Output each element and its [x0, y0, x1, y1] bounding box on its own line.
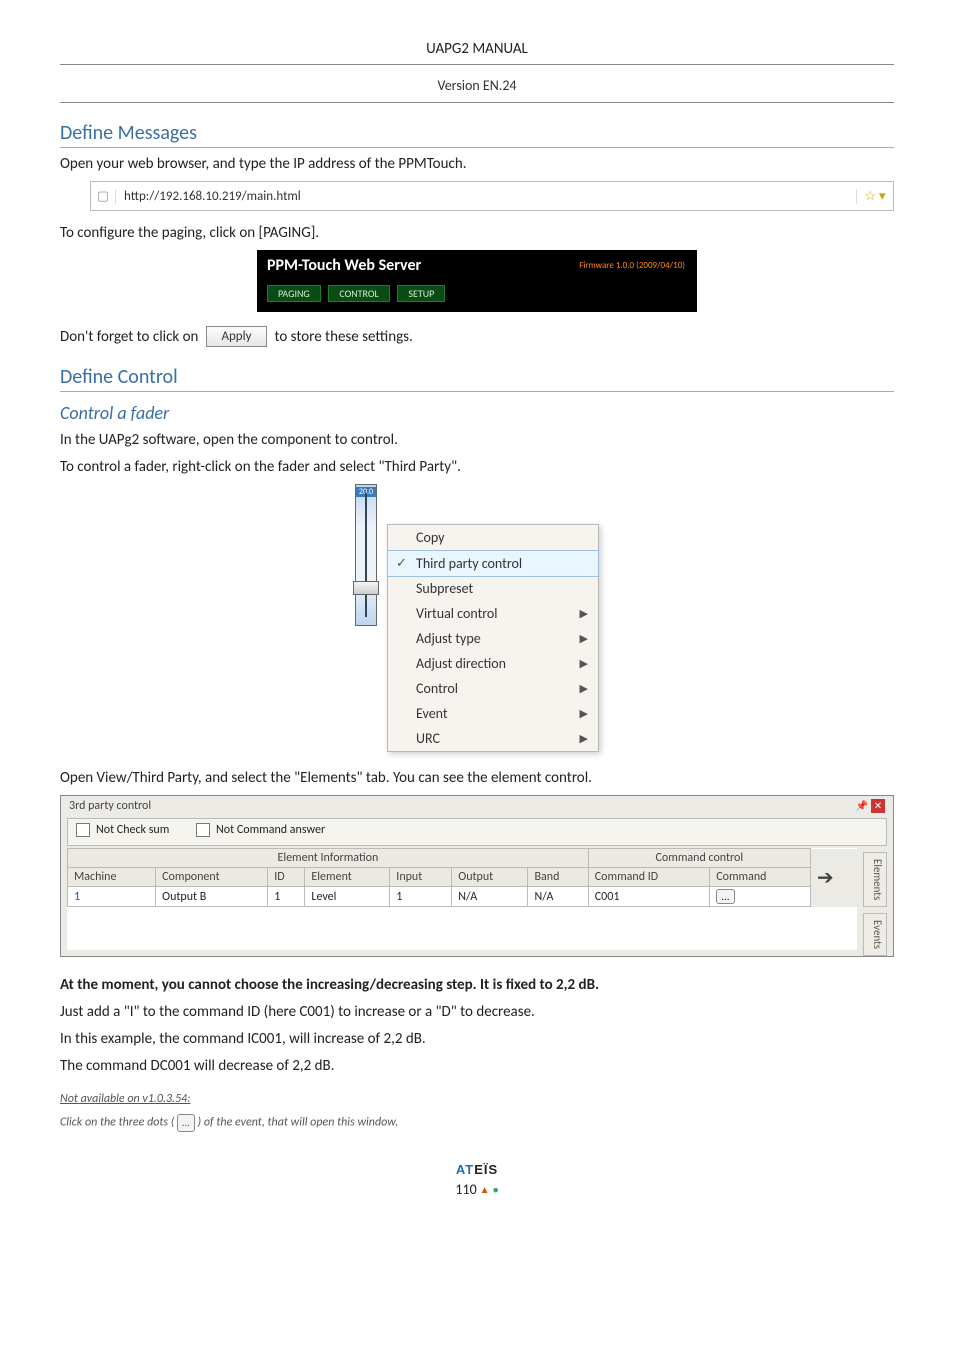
divider: [60, 64, 894, 65]
chevron-right-icon: ▶: [580, 732, 588, 745]
dot-icon: ●: [493, 1183, 499, 1196]
col-command[interactable]: Command: [710, 868, 811, 887]
close-icon[interactable]: ✕: [871, 799, 885, 813]
text-dc001: The command DC001 will decrease of 2,2 d…: [60, 1056, 894, 1077]
heading-define-messages: Define Messages: [60, 121, 894, 148]
ppm-tab-paging[interactable]: PAGING: [267, 285, 321, 302]
checkbox-not-check-sum[interactable]: Not Check sum: [76, 823, 169, 837]
cell-machine: 1: [68, 887, 156, 907]
col-output[interactable]: Output: [452, 868, 528, 887]
brand-logo: ATEÏS: [60, 1162, 894, 1177]
fader-knob[interactable]: [353, 581, 379, 595]
group-element-info: Element Information: [68, 849, 589, 868]
ctx-item-adjust-direction[interactable]: Adjust direction ▶: [388, 651, 598, 676]
checkbox-label: Not Command answer: [216, 823, 325, 837]
third-party-panel: 3rd party control 📌 ✕ Not Check sum Not …: [60, 795, 894, 957]
tab-elements[interactable]: Elements: [863, 852, 887, 907]
cell-element: Level: [305, 887, 390, 907]
checkbox-not-command-answer[interactable]: Not Command answer: [196, 823, 325, 837]
page-icon: ▢: [91, 189, 116, 204]
text-example: In this example, the command IC001, will…: [60, 1029, 894, 1050]
ctx-item-copy[interactable]: Copy: [388, 525, 598, 550]
divider: [60, 102, 894, 103]
ctx-item-event[interactable]: Event ▶: [388, 701, 598, 726]
chevron-right-icon: ▶: [580, 632, 588, 645]
page-number: 110 ▲ ●: [455, 1181, 498, 1198]
chevron-right-icon: ▶: [580, 707, 588, 720]
ppm-web-server-bar: PPM-Touch Web Server Firmware 1.0.0 (200…: [257, 250, 697, 312]
elements-table: Element Information Command control ➔ Ma…: [67, 848, 857, 907]
ctx-item-adjust-type[interactable]: Adjust type ▶: [388, 626, 598, 651]
ctx-label: Control: [416, 680, 458, 697]
triangle-icon: ▲: [480, 1183, 490, 1196]
cell-command[interactable]: ...: [710, 887, 811, 907]
cell-input: 1: [390, 887, 452, 907]
apply-button[interactable]: Apply: [206, 326, 266, 347]
ctx-label: Event: [416, 705, 448, 722]
ctx-item-virtual-control[interactable]: Virtual control ▶: [388, 601, 598, 626]
cell-command-id: C001: [588, 887, 709, 907]
address-url[interactable]: http://192.168.10.219/main.html: [116, 189, 856, 204]
ctx-label: Virtual control: [416, 605, 498, 622]
heading-define-control: Define Control: [60, 365, 894, 392]
ppm-tab-setup[interactable]: SETUP: [397, 285, 445, 302]
ppm-title: PPM-Touch Web Server: [267, 256, 421, 275]
group-command-control: Command control: [588, 849, 810, 868]
context-menu: Copy ✓ Third party control Subpreset Vir…: [387, 524, 599, 752]
checkbox-label: Not Check sum: [96, 823, 169, 837]
doc-version: Version EN.24: [60, 77, 894, 100]
col-command-id[interactable]: Command ID: [588, 868, 709, 887]
ctx-item-third-party[interactable]: ✓ Third party control: [387, 550, 599, 577]
ctx-label: Adjust type: [416, 630, 481, 647]
heading-control-fader: Control a fader: [60, 402, 894, 424]
col-band[interactable]: Band: [528, 868, 588, 887]
ppm-firmware: Firmware 1.0.0 (2009/04/10): [579, 260, 685, 271]
ctx-label: Copy: [416, 529, 444, 546]
col-component[interactable]: Component: [156, 868, 268, 887]
ctx-label: Adjust direction: [416, 655, 506, 672]
text-control-right-click: To control a fader, right-click on the f…: [60, 457, 894, 478]
text-configure-paging: To configure the paging, click on [PAGIN…: [60, 223, 894, 244]
ctx-label: Third party control: [416, 555, 522, 572]
text-no-step: At the moment, you cannot choose the inc…: [60, 975, 894, 996]
text-dont-forget-post: to store these settings.: [275, 328, 413, 346]
text-dont-forget-pre: Don't forget to click on: [60, 328, 198, 346]
text-open-browser: Open your web browser, and type the IP a…: [60, 154, 894, 175]
fader-control[interactable]: 20.0: [355, 484, 377, 626]
arrow-right-icon: ➔: [810, 849, 857, 907]
doc-title: UAPG2 MANUAL: [60, 40, 894, 62]
ctx-item-subpreset[interactable]: Subpreset: [388, 576, 598, 601]
text-click-dots: Click on the three dots ( … ) of the eve…: [60, 1114, 894, 1131]
favorite-icon[interactable]: ☆ ▾: [856, 189, 893, 204]
address-bar: ▢ http://192.168.10.219/main.html ☆ ▾: [90, 181, 894, 211]
panel-title: 3rd party control: [69, 799, 151, 813]
col-id[interactable]: ID: [268, 868, 305, 887]
ppm-tab-control[interactable]: CONTROL: [328, 285, 389, 302]
pin-icon[interactable]: 📌: [855, 799, 869, 813]
chevron-right-icon: ▶: [580, 657, 588, 670]
cell-component: Output B: [156, 887, 268, 907]
text-open-component: In the UAPg2 software, open the componen…: [60, 430, 894, 451]
col-element[interactable]: Element: [305, 868, 390, 887]
chevron-right-icon: ▶: [580, 607, 588, 620]
chevron-right-icon: ▶: [580, 682, 588, 695]
cell-id: 1: [268, 887, 305, 907]
ellipsis-icon: …: [177, 1114, 195, 1131]
ctx-label: Subpreset: [416, 580, 473, 597]
col-input[interactable]: Input: [390, 868, 452, 887]
ctx-item-urc[interactable]: URC ▶: [388, 726, 598, 751]
cell-output: N/A: [452, 887, 528, 907]
col-machine[interactable]: Machine: [68, 868, 156, 887]
tab-events[interactable]: Events: [863, 913, 887, 956]
table-row[interactable]: 1 Output B 1 Level 1 N/A N/A C001 ...: [68, 887, 858, 907]
text-add-i: Just add a "I" to the command ID (here C…: [60, 1002, 894, 1023]
cell-band: N/A: [528, 887, 588, 907]
ctx-item-control[interactable]: Control ▶: [388, 676, 598, 701]
text-not-available: Not available on v1.0.3.54:: [60, 1091, 894, 1108]
ctx-label: URC: [416, 730, 440, 747]
text-open-elements: Open View/Third Party, and select the "E…: [60, 768, 894, 789]
check-icon: ✓: [396, 556, 407, 571]
